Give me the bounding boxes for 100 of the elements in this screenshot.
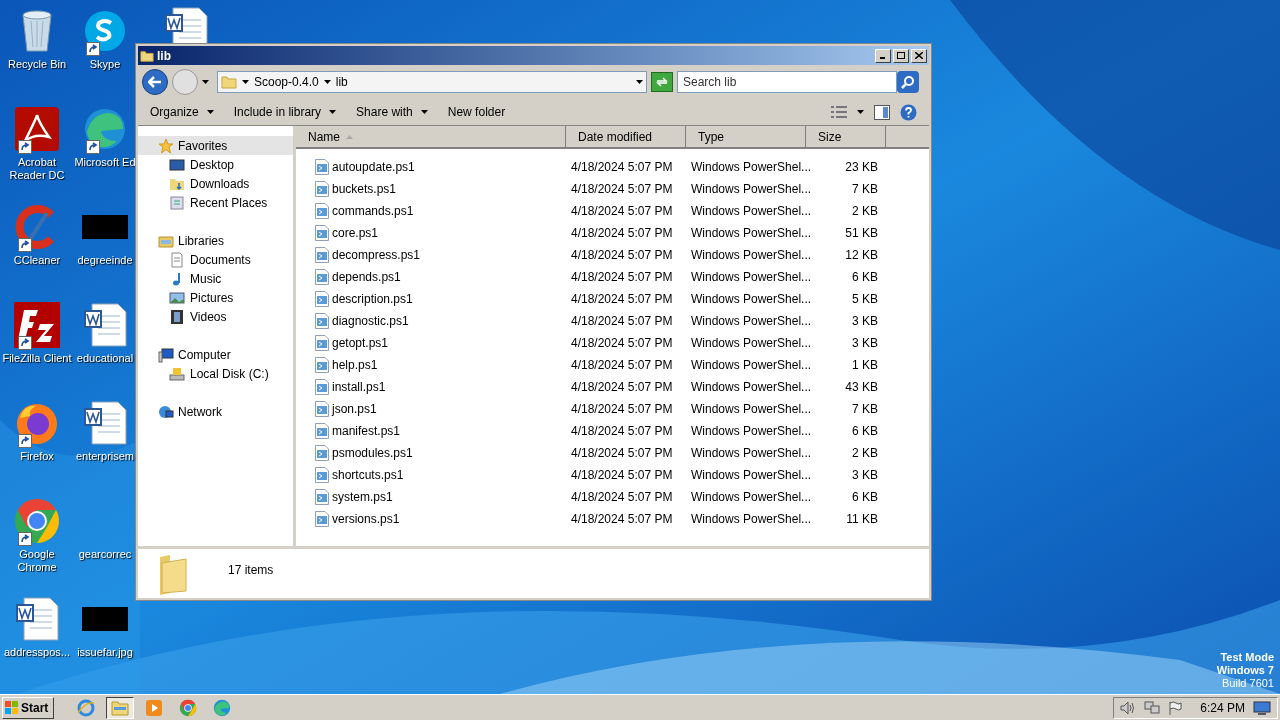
file-name[interactable]: autoupdate.ps1	[332, 158, 415, 176]
shortcut-arrow-icon	[18, 532, 32, 546]
nav-label: Network	[178, 403, 222, 421]
nav-item[interactable]: Documents	[138, 250, 293, 269]
desktop-icon-label[interactable]: enterprisem	[75, 450, 135, 463]
file-name[interactable]: psmodules.ps1	[332, 444, 413, 462]
flag-icon[interactable]	[1168, 700, 1183, 715]
search-field[interactable]: Search lib	[677, 71, 897, 93]
network-icon[interactable]	[1144, 700, 1161, 715]
pdf-reader-icon	[15, 107, 59, 151]
file-name[interactable]: buckets.ps1	[332, 180, 397, 198]
date-cell-text: 4/18/2024 5:07 PM	[570, 445, 674, 462]
shortcut-arrow-icon	[86, 42, 100, 56]
speaker-icon[interactable]	[1120, 700, 1137, 715]
refresh-icon	[655, 77, 669, 87]
file-name[interactable]: description.ps1	[332, 290, 413, 308]
address-bar[interactable]: Scoop-0.4.0 lib	[217, 71, 647, 93]
nav-item[interactable]: Music	[138, 269, 293, 288]
file-name[interactable]: commands.ps1	[332, 202, 414, 220]
nav-item[interactable]: Network	[138, 402, 293, 421]
file-name[interactable]: install.ps1	[332, 378, 386, 396]
shortcut-arrow-icon	[18, 140, 32, 154]
desktop-icon-label[interactable]: educational	[76, 352, 134, 365]
toolbar-button[interactable]: Organize	[150, 103, 214, 121]
script-file-icon	[315, 511, 329, 527]
column-header[interactable]: Size	[806, 126, 886, 147]
start-button[interactable]: Start	[2, 696, 54, 719]
minimize-button[interactable]	[875, 48, 891, 63]
desktop-icon-label[interactable]: FileZilla Client	[1, 352, 73, 365]
desktop-icon-label[interactable]: Firefox	[1, 450, 73, 463]
file-name[interactable]: shortcuts.ps1	[332, 466, 404, 484]
column-header[interactable]: Name	[296, 126, 566, 147]
nav-item[interactable]: Recent Places	[138, 193, 293, 212]
folder-icon	[140, 48, 154, 63]
file-name[interactable]: depends.ps1	[332, 268, 401, 286]
view-options-icon[interactable]	[831, 106, 847, 118]
star-icon	[158, 137, 174, 154]
desktop-icon-label[interactable]: Acrobat Reader DC	[1, 156, 73, 182]
column-header[interactable]: Date modified	[566, 126, 686, 147]
file-name[interactable]: help.ps1	[332, 356, 378, 374]
taskbar-app-button[interactable]	[106, 696, 134, 719]
word-document-icon	[14, 596, 60, 642]
maximize-button[interactable]	[893, 48, 909, 63]
breadcrumb-item[interactable]: Scoop-0.4.0	[254, 73, 319, 91]
desktop-icon-label[interactable]: CCleaner	[1, 254, 73, 267]
desktop-icon-label[interactable]: Microsoft Ed	[74, 156, 136, 169]
script-file-icon	[315, 159, 329, 175]
desktop-icon-label[interactable]: Skype	[89, 58, 121, 71]
edge-browser-icon	[83, 107, 127, 151]
back-button[interactable]	[142, 69, 168, 95]
column-header[interactable]: Type	[686, 126, 806, 147]
desktop-icon-label[interactable]: Google Chrome	[1, 548, 73, 574]
nav-item[interactable]: Local Disk (C:)	[138, 364, 293, 383]
show-desktop-icon[interactable]	[1253, 700, 1271, 715]
nav-item[interactable]: Libraries	[138, 231, 293, 250]
file-name[interactable]: diagnostic.ps1	[332, 312, 409, 330]
file-name[interactable]: core.ps1	[332, 224, 379, 242]
script-file-icon	[315, 489, 329, 505]
desktop-icon-label[interactable]: degreeinde	[77, 254, 133, 267]
file-name[interactable]: decompress.ps1	[332, 246, 421, 264]
file-name[interactable]: system.ps1	[332, 488, 393, 506]
script-file-icon	[315, 291, 329, 307]
preview-pane-icon[interactable]	[874, 104, 890, 120]
date-cell-text: 4/18/2024 5:07 PM	[570, 181, 674, 198]
script-file-icon	[315, 423, 329, 439]
search-button[interactable]	[897, 71, 919, 93]
refresh-button[interactable]	[651, 72, 673, 92]
caret-icon	[636, 80, 643, 84]
toolbar-button[interactable]: New folder	[447, 103, 506, 121]
shortcut-arrow-icon	[18, 336, 32, 350]
file-name[interactable]: manifest.ps1	[332, 422, 401, 440]
breadcrumb-item[interactable]: lib	[335, 73, 348, 91]
nav-item[interactable]: Computer	[138, 345, 293, 364]
help-icon[interactable]	[900, 103, 917, 121]
shortcut-arrow-icon	[86, 140, 100, 154]
desktop-icon-label[interactable]: gearcorrec	[78, 548, 132, 561]
nav-item[interactable]: Pictures	[138, 288, 293, 307]
file-name[interactable]: json.ps1	[332, 400, 377, 418]
media-player-icon	[145, 698, 163, 717]
file-name[interactable]: versions.ps1	[332, 510, 400, 528]
nav-item[interactable]: Desktop	[138, 155, 293, 174]
nav-item[interactable]: Videos	[138, 307, 293, 326]
chrome-icon	[13, 497, 61, 545]
nav-item[interactable]: Favorites	[138, 136, 293, 155]
clock[interactable]: 6:24 PM	[1200, 698, 1245, 717]
desktop-icon-label[interactable]: Recycle Bin	[1, 58, 73, 71]
script-file-icon	[315, 357, 329, 373]
toolbar-button[interactable]: Include in library	[233, 103, 337, 121]
shortcut-arrow-icon	[18, 434, 32, 448]
back-arrow-icon	[148, 76, 162, 88]
file-name[interactable]: getopt.ps1	[332, 334, 389, 352]
close-button[interactable]	[911, 48, 927, 63]
nav-label: Libraries	[178, 232, 225, 250]
monitor-icon	[169, 156, 185, 173]
folder-icon	[111, 699, 129, 716]
toolbar-button[interactable]: Share with	[356, 103, 428, 121]
date-cell-text: 4/18/2024 5:07 PM	[570, 379, 674, 396]
nav-label: Recent Places	[190, 194, 268, 212]
script-file-icon	[315, 445, 329, 461]
nav-item[interactable]: Downloads	[138, 174, 293, 193]
